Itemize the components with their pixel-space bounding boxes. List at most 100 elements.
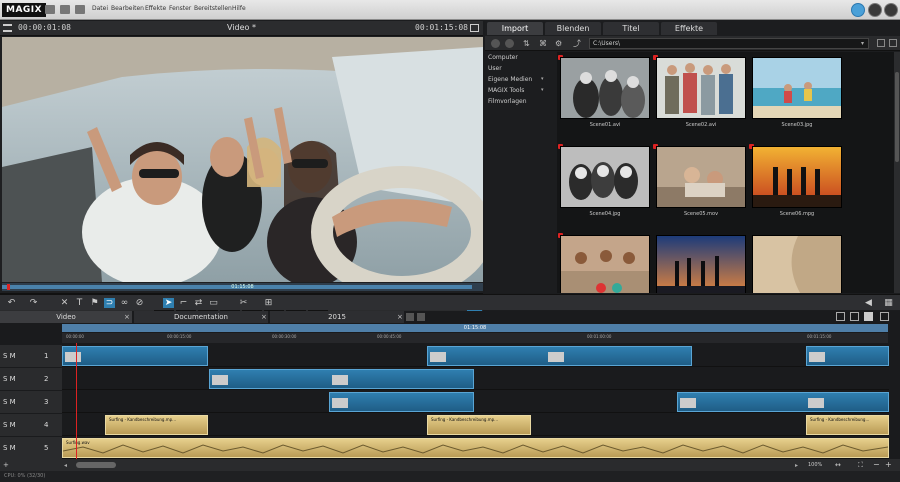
- binoculars-icon[interactable]: ⌘: [539, 39, 548, 48]
- solo-mute-buttons[interactable]: S M: [3, 421, 16, 429]
- thumbnail-scene09[interactable]: [752, 235, 842, 293]
- video-clip[interactable]: [62, 346, 208, 366]
- marker-icon[interactable]: ⚑: [89, 298, 100, 308]
- settings-icon[interactable]: [851, 3, 865, 17]
- zoom-full-icon[interactable]: ⛶: [858, 461, 863, 470]
- scroll-right-icon[interactable]: ▸: [795, 462, 798, 469]
- sort-icon[interactable]: [877, 39, 885, 47]
- link-icon[interactable]: ∞: [119, 298, 130, 308]
- text-icon[interactable]: T: [74, 298, 85, 308]
- slip-icon[interactable]: ⇄: [193, 298, 204, 308]
- thumbnail-scene04[interactable]: [560, 146, 650, 208]
- solo-mute-buttons[interactable]: S M: [3, 444, 16, 452]
- zoom-out-icon[interactable]: −: [873, 460, 880, 469]
- tab-import[interactable]: Import: [487, 22, 543, 35]
- menu-bearbeiten[interactable]: Bearbeiten: [111, 5, 144, 12]
- up-folder-icon[interactable]: ⤴: [573, 39, 582, 48]
- info-icon[interactable]: [884, 3, 898, 17]
- zoom-fit-icon[interactable]: ↔: [835, 461, 841, 469]
- scrollbar-thumb[interactable]: [895, 72, 899, 162]
- new-file-icon[interactable]: [45, 5, 55, 14]
- razor-icon[interactable]: ✂: [238, 298, 249, 308]
- time-ruler[interactable]: 00:00:00 00:00:15:00 00:00:30:00 00:00:4…: [62, 333, 888, 343]
- solo-mute-buttons[interactable]: S M: [3, 398, 16, 406]
- import-icon[interactable]: ⇅: [523, 39, 532, 48]
- zoom-in-icon[interactable]: +: [885, 460, 892, 469]
- gear-icon[interactable]: ⚙: [555, 39, 564, 48]
- back-icon[interactable]: [491, 39, 500, 48]
- video-clip[interactable]: [329, 392, 474, 412]
- thumbnail-scene06[interactable]: [752, 146, 842, 208]
- pointer-icon[interactable]: ➤: [163, 298, 174, 308]
- tab-blenden[interactable]: Blenden: [545, 22, 601, 35]
- close-icon[interactable]: ×: [261, 313, 267, 321]
- layout-settings-icon[interactable]: [880, 312, 889, 321]
- menu-fenster[interactable]: Fenster: [169, 5, 191, 12]
- multicam-icon[interactable]: ⊞: [263, 298, 274, 308]
- add-track-icon[interactable]: +: [3, 461, 9, 469]
- nav-user[interactable]: User: [488, 65, 502, 72]
- slide-icon[interactable]: ▭: [208, 298, 219, 308]
- layout-scene-icon[interactable]: [850, 312, 859, 321]
- mixer-icon[interactable]: ▦: [883, 298, 894, 308]
- title-clip[interactable]: Surfing - Kandbeschreibung...: [806, 415, 889, 435]
- redo-icon[interactable]: ↷: [28, 298, 39, 308]
- menu-datei[interactable]: Datei: [92, 5, 108, 12]
- ripple-icon[interactable]: ⌐: [178, 298, 189, 308]
- track-header[interactable]: S M 3: [0, 391, 62, 413]
- snap-icon[interactable]: ⊃: [104, 298, 115, 308]
- video-clip[interactable]: [427, 346, 692, 366]
- tab-titel[interactable]: Titel: [603, 22, 659, 35]
- thumbnail-scene08[interactable]: [656, 235, 746, 293]
- layout-timeline-icon[interactable]: [864, 312, 873, 321]
- fullscreen-icon[interactable]: [470, 24, 479, 32]
- save-icon[interactable]: [75, 5, 85, 14]
- nav-computer[interactable]: Computer: [488, 54, 518, 61]
- volume-icon[interactable]: ◀: [863, 298, 874, 308]
- forward-icon[interactable]: [505, 39, 514, 48]
- delete-icon[interactable]: ✕: [59, 298, 70, 308]
- tab-2015[interactable]: 2015: [270, 311, 404, 323]
- view-options-icon[interactable]: [889, 39, 897, 47]
- solo-mute-buttons[interactable]: S M: [3, 375, 16, 383]
- close-icon[interactable]: ×: [397, 313, 403, 321]
- track-header[interactable]: S M 5: [0, 437, 62, 459]
- title-clip[interactable]: Surfing - Kandbeschreibung.mp...: [427, 415, 531, 435]
- position-scrubber[interactable]: 01:15:08: [2, 283, 483, 291]
- help-icon[interactable]: [868, 3, 882, 17]
- timeline-overview[interactable]: 01:15:08: [62, 324, 888, 332]
- scroll-left-icon[interactable]: ◂: [64, 462, 74, 469]
- thumbnail-scene01[interactable]: [560, 57, 650, 119]
- menu-bereitstellen[interactable]: Bereitstellen: [194, 5, 232, 12]
- zoom-level[interactable]: 100%: [808, 462, 822, 468]
- timeline-scroll-thumb[interactable]: [76, 462, 116, 468]
- layout-storyboard-icon[interactable]: [836, 312, 845, 321]
- thumbnail-scene07[interactable]: [560, 235, 650, 293]
- playhead[interactable]: [76, 343, 77, 459]
- undo-icon[interactable]: ↶: [6, 298, 17, 308]
- video-clip[interactable]: [209, 369, 474, 389]
- thumbnail-scene03[interactable]: [752, 57, 842, 119]
- video-clip[interactable]: [806, 346, 889, 366]
- chevron-down-icon[interactable]: ▾: [861, 40, 864, 47]
- thumbnail-scene02[interactable]: [656, 57, 746, 119]
- tab-video[interactable]: Video: [0, 311, 132, 323]
- video-clip[interactable]: [677, 392, 889, 412]
- nav-magix-tools[interactable]: MAGIX Tools: [488, 87, 524, 94]
- pool-scrollbar[interactable]: [894, 52, 900, 293]
- open-folder-icon[interactable]: [60, 5, 70, 14]
- add-tab-icon[interactable]: [406, 313, 414, 321]
- menu-hilfe[interactable]: Hilfe: [232, 5, 246, 12]
- audio-clip[interactable]: Surfing.wav: [62, 438, 889, 458]
- thumbnail-scene05[interactable]: [656, 146, 746, 208]
- solo-mute-buttons[interactable]: S M: [3, 352, 16, 360]
- unlink-icon[interactable]: ⊘: [134, 298, 145, 308]
- track-header[interactable]: S M 4: [0, 414, 62, 436]
- close-icon[interactable]: ×: [124, 313, 130, 321]
- chevron-down-icon[interactable]: ▾: [541, 76, 544, 82]
- path-field[interactable]: C:\Users\: [589, 38, 869, 49]
- nav-eigene-medien[interactable]: Eigene Medien: [488, 76, 532, 83]
- chevron-down-icon[interactable]: ▾: [541, 87, 544, 93]
- nav-filmvorlagen[interactable]: Filmvorlagen: [488, 98, 527, 105]
- tab-menu-icon[interactable]: [417, 313, 425, 321]
